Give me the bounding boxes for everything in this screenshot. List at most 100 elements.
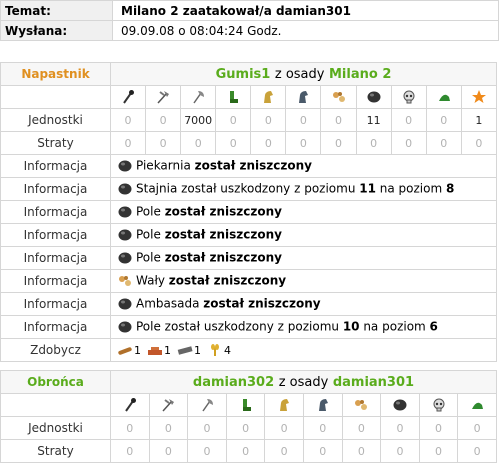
attacker-units-label: Jednostki bbox=[0, 108, 111, 132]
knight-horse-icon bbox=[295, 89, 311, 105]
settler-hat-icon bbox=[425, 85, 462, 109]
loot-amount: 1 bbox=[194, 343, 201, 357]
battle-axe-icon bbox=[199, 397, 215, 413]
unit-loss: 0 bbox=[302, 439, 343, 463]
catapult-stone-icon bbox=[117, 319, 133, 335]
battle-axe-icon bbox=[187, 393, 227, 417]
unit-count: 0 bbox=[390, 108, 427, 132]
info-row: Informacja Wały został zniszczony bbox=[0, 269, 497, 293]
unit-count: 11 bbox=[355, 108, 392, 132]
attacker-player-link[interactable]: Gumis1 bbox=[216, 67, 271, 82]
skull-icon bbox=[431, 397, 447, 413]
defender-losses-row: Straty 0000000000 bbox=[0, 439, 497, 463]
info-label: Informacja bbox=[0, 154, 111, 178]
crop-icon bbox=[207, 342, 223, 358]
catapult-stone-icon bbox=[117, 204, 133, 220]
info-row: Informacja Pole został uszkodzony z pozio… bbox=[0, 315, 497, 339]
hero-star-icon bbox=[460, 85, 498, 109]
boot-icon bbox=[225, 393, 266, 417]
info-row: Informacja Piekarnia został zniszczony bbox=[0, 154, 497, 178]
catapult-stone-icon bbox=[392, 397, 408, 413]
catapult-stone-icon bbox=[117, 158, 133, 174]
loot-amount: 4 bbox=[224, 343, 231, 357]
defender-table: Obrońca damian302 z osady damian301 Jedn… bbox=[0, 370, 497, 463]
ram-icon bbox=[341, 393, 382, 417]
ram-icon bbox=[320, 85, 357, 109]
info-text: Ambasada został zniszczony bbox=[110, 292, 497, 316]
attacker-losses-label: Straty bbox=[0, 131, 111, 155]
unit-count: 7000 bbox=[180, 108, 217, 132]
knight-horse-icon bbox=[285, 85, 322, 109]
unit-count: 0 bbox=[418, 416, 459, 440]
info-text: Pole został zniszczony bbox=[110, 200, 497, 224]
defender-player-link[interactable]: damian302 bbox=[193, 375, 274, 390]
unit-loss: 0 bbox=[187, 439, 227, 463]
skull-icon bbox=[390, 85, 427, 109]
unit-loss: 0 bbox=[180, 131, 217, 155]
unit-count: 0 bbox=[148, 416, 189, 440]
unit-loss: 0 bbox=[460, 131, 498, 155]
unit-count: 0 bbox=[109, 108, 147, 132]
boot-icon bbox=[215, 85, 252, 109]
ram-icon bbox=[353, 397, 369, 413]
axe-icon bbox=[155, 89, 171, 105]
attacker-table: Napastnik Gumis1 z osady Milano 2 Jednos… bbox=[0, 62, 498, 362]
empty-cell bbox=[0, 85, 111, 109]
loot-amount: 1 bbox=[134, 343, 141, 357]
mace-icon bbox=[122, 397, 138, 413]
info-row: Informacja Ambasada został zniszczony bbox=[0, 292, 497, 316]
info-label: Informacja bbox=[0, 246, 111, 270]
attacker-village-link[interactable]: Milano 2 bbox=[329, 67, 391, 82]
unit-count: 1 bbox=[460, 108, 498, 132]
defender-units-label: Jednostki bbox=[0, 416, 111, 440]
wood-icon bbox=[117, 342, 133, 358]
axe-icon bbox=[148, 393, 189, 417]
info-text: Wały został zniszczony bbox=[110, 269, 497, 293]
unit-loss: 0 bbox=[250, 131, 287, 155]
info-label: Informacja bbox=[0, 200, 111, 224]
report-header: Temat: Milano 2 zaatakował/a damian301 W… bbox=[0, 0, 499, 41]
defender-from-text: z osady bbox=[278, 374, 329, 390]
loot-row: Zdobycz 1 1 1 4 bbox=[0, 338, 497, 362]
battle-axe-icon bbox=[180, 85, 217, 109]
attacker-units-row: Jednostki 0 0 7000 0 0 0 0 11 0 0 1 bbox=[0, 108, 498, 132]
unit-loss: 0 bbox=[320, 131, 357, 155]
unit-count: 0 bbox=[341, 416, 382, 440]
catapult-stone-icon bbox=[117, 296, 133, 312]
unit-count: 0 bbox=[457, 416, 497, 440]
unit-loss: 0 bbox=[148, 439, 189, 463]
unit-count: 0 bbox=[264, 416, 304, 440]
defender-unit-icons-row bbox=[0, 393, 497, 417]
horse-icon bbox=[260, 89, 276, 105]
info-label: Informacja bbox=[0, 269, 111, 293]
info-text: Pole został zniszczony bbox=[110, 246, 497, 270]
info-label: Informacja bbox=[0, 292, 111, 316]
defender-village-link[interactable]: damian301 bbox=[333, 375, 414, 390]
unit-loss: 0 bbox=[457, 439, 497, 463]
info-text: Pole został zniszczony bbox=[110, 223, 497, 247]
info-label: Informacja bbox=[0, 223, 111, 247]
subject-label: Temat: bbox=[0, 0, 113, 21]
mace-icon bbox=[110, 393, 150, 417]
attacker-role: Napastnik bbox=[0, 62, 111, 86]
knight-horse-icon bbox=[302, 393, 343, 417]
unit-count: 0 bbox=[285, 108, 322, 132]
info-row: Informacja Pole został zniszczony bbox=[0, 246, 497, 270]
unit-count: 0 bbox=[302, 416, 343, 440]
clay-icon bbox=[147, 342, 163, 358]
loot-values: 1 1 1 4 bbox=[110, 338, 497, 362]
horse-icon bbox=[276, 397, 292, 413]
ram-icon bbox=[117, 273, 133, 289]
catapult-stone-icon bbox=[117, 181, 133, 197]
defender-units-row: Jednostki 0000000000 bbox=[0, 416, 497, 440]
unit-count: 0 bbox=[110, 416, 150, 440]
defender-role: Obrońca bbox=[0, 370, 111, 394]
unit-count: 0 bbox=[187, 416, 227, 440]
unit-loss: 0 bbox=[225, 439, 266, 463]
skull-icon bbox=[401, 89, 417, 105]
mace-icon bbox=[120, 89, 136, 105]
unit-loss: 0 bbox=[285, 131, 322, 155]
empty-cell bbox=[0, 393, 111, 417]
unit-count: 0 bbox=[380, 416, 420, 440]
unit-loss: 0 bbox=[425, 131, 462, 155]
